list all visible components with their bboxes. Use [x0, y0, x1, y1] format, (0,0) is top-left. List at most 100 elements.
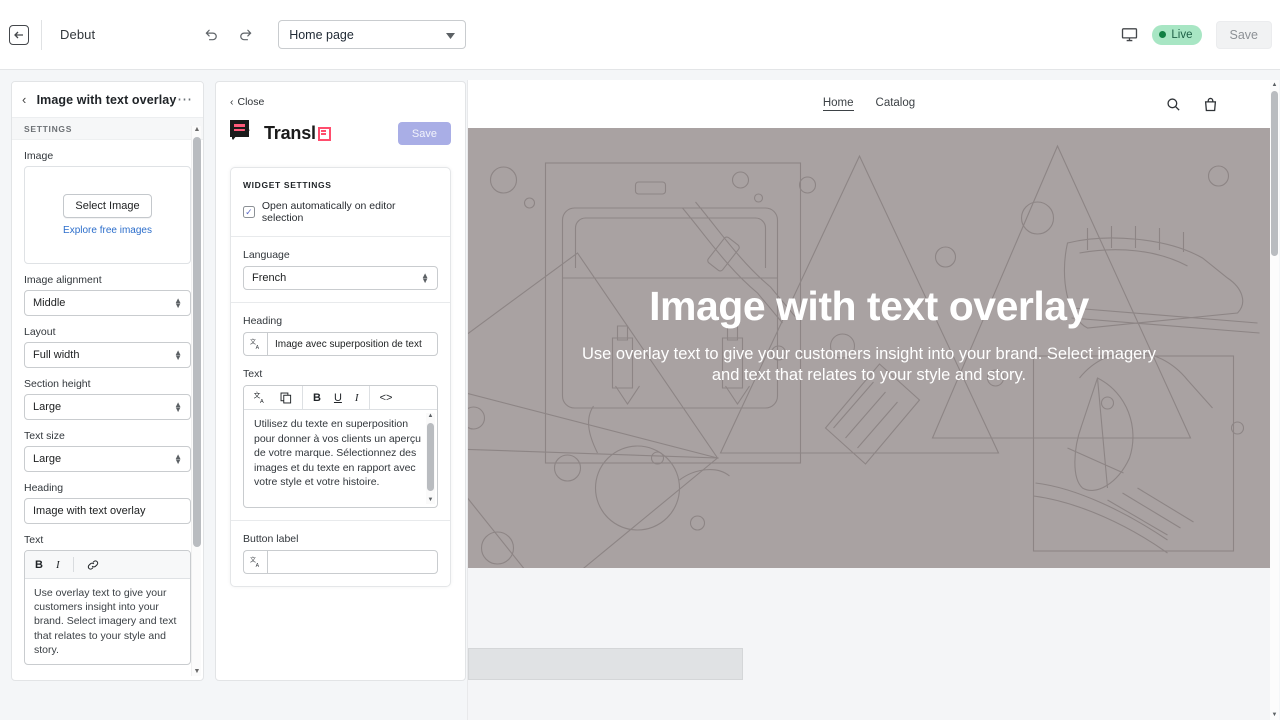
shopping-bag-icon[interactable] — [1203, 97, 1218, 112]
scroll-up-icon[interactable]: ▲ — [427, 413, 434, 420]
button-label-input[interactable] — [267, 550, 438, 574]
editor-top-bar: Debut Home page Live Save — [0, 0, 1280, 70]
translated-text-value: Utilisez du texte en superposition pour … — [254, 418, 421, 488]
translate-icon[interactable]: 文 A — [254, 391, 267, 404]
select-image-button[interactable]: Select Image — [63, 194, 151, 218]
preview-scrollbar[interactable]: ▲ ▼ — [1270, 80, 1279, 720]
desktop-icon[interactable] — [1121, 26, 1138, 43]
section-height-select[interactable]: Large ▲▼ — [24, 394, 191, 420]
scrollbar-thumb[interactable] — [427, 423, 434, 491]
hero-heading: Image with text overlay — [488, 286, 1250, 327]
brand-name: Transl — [264, 123, 316, 144]
widget-settings-label: WIDGET SETTINGS — [243, 180, 438, 190]
editor-stage: ‹ Image with text overlay ⋯ SETTINGS Ima… — [0, 70, 1280, 720]
bold-button[interactable]: B — [35, 559, 43, 571]
language-label: Language — [243, 249, 438, 261]
image-picker[interactable]: Select Image Explore free images — [24, 166, 191, 264]
settings-section-label: SETTINGS — [12, 118, 203, 140]
translate-icon[interactable]: 文 A — [243, 332, 267, 356]
text-label: Text — [24, 534, 191, 546]
toolbar-divider — [73, 557, 74, 572]
translated-heading-label: Heading — [243, 315, 438, 327]
storefront-header: Home Catalog — [468, 80, 1270, 128]
preview-placeholder-block — [468, 648, 743, 680]
chevron-left-icon[interactable]: ‹ — [22, 92, 36, 107]
explore-free-images-link[interactable]: Explore free images — [63, 225, 152, 236]
preview-next-section — [468, 568, 1270, 632]
svg-text:A: A — [255, 563, 259, 568]
app-save-label: Save — [412, 128, 437, 140]
heading-input[interactable]: Image with text overlay — [24, 498, 191, 524]
auto-open-row[interactable]: ✓ Open automatically on editor selection — [243, 200, 438, 236]
button-label-label: Button label — [243, 533, 438, 545]
settings-panel-scrollbar[interactable]: ▲ ▼ — [191, 126, 201, 676]
stepper-icon: ▲▼ — [174, 350, 182, 360]
hero-section: Image with text overlay Use overlay text… — [468, 128, 1270, 568]
language-field: Language French ▲▼ — [243, 237, 438, 302]
translated-text-scrollbar[interactable]: ▲ ▼ — [426, 413, 435, 504]
image-alignment-value: Middle — [33, 297, 65, 309]
heading-input-value: Image with text overlay — [33, 505, 146, 517]
language-select[interactable]: French ▲▼ — [243, 266, 438, 290]
save-button[interactable]: Save — [1216, 21, 1273, 49]
back-arrow-icon[interactable] — [9, 25, 29, 45]
scroll-up-icon[interactable]: ▲ — [1271, 81, 1278, 89]
storefront-nav: Home Catalog — [823, 97, 915, 111]
settings-panel-body: Image Select Image Explore free images I… — [12, 140, 203, 680]
search-icon[interactable] — [1166, 97, 1181, 112]
app-save-button[interactable]: Save — [398, 122, 451, 145]
image-alignment-label: Image alignment — [24, 274, 191, 286]
image-alignment-select[interactable]: Middle ▲▼ — [24, 290, 191, 316]
theme-name: Debut — [60, 27, 95, 42]
live-badge[interactable]: Live — [1152, 25, 1201, 45]
layout-select[interactable]: Full width ▲▼ — [24, 342, 191, 368]
scroll-down-icon[interactable]: ▼ — [1271, 711, 1278, 719]
layout-label: Layout — [24, 326, 191, 338]
nav-item-catalog[interactable]: Catalog — [876, 97, 916, 111]
storefront-header-icons — [1166, 97, 1218, 112]
translated-heading-value: Image avec superposition de text — [275, 339, 422, 350]
ellipsis-icon[interactable]: ⋯ — [177, 96, 193, 104]
text-rich-editor: B I Use overlay text to give your custom… — [24, 550, 191, 665]
widget-settings-card: WIDGET SETTINGS ✓ Open automatically on … — [230, 167, 451, 587]
text-editor-content[interactable]: Use overlay text to give your customers … — [25, 579, 190, 664]
copy-icon[interactable] — [280, 392, 292, 404]
live-status-dot — [1159, 31, 1166, 38]
hero-text-overlay: Image with text overlay Use overlay text… — [468, 286, 1270, 386]
translated-text-editor: 文 A B — [243, 385, 438, 508]
italic-button[interactable]: I — [355, 392, 359, 404]
italic-button[interactable]: I — [56, 559, 60, 571]
transly-app-panel: ‹ Close र Transl Save WIDGET SETTINGS ✓ … — [215, 81, 466, 681]
page-selector-value: Home page — [289, 28, 354, 42]
scrollbar-thumb[interactable] — [193, 137, 201, 547]
page-selector[interactable]: Home page — [278, 20, 466, 49]
auto-open-label: Open automatically on editor selection — [262, 200, 438, 224]
undo-icon[interactable] — [200, 24, 222, 46]
image-label: Image — [24, 150, 191, 162]
link-icon[interactable] — [87, 559, 99, 571]
text-size-select[interactable]: Large ▲▼ — [24, 446, 191, 472]
svg-text:A: A — [255, 345, 259, 350]
scroll-down-icon[interactable]: ▼ — [193, 668, 201, 676]
code-button[interactable]: <> — [380, 392, 393, 404]
scroll-up-icon[interactable]: ▲ — [193, 126, 201, 134]
auto-open-checkbox[interactable]: ✓ — [243, 206, 255, 218]
stepper-icon: ▲▼ — [174, 298, 182, 308]
underline-button[interactable]: U — [334, 392, 342, 404]
scrollbar-thumb[interactable] — [1271, 91, 1278, 256]
history-controls — [200, 24, 256, 46]
hero-subtext: Use overlay text to give your customers … — [579, 344, 1159, 386]
translated-heading-input[interactable]: Image avec superposition de text — [267, 332, 438, 356]
translated-text-content[interactable]: Utilisez du texte en superposition pour … — [244, 409, 437, 507]
nav-item-home[interactable]: Home — [823, 97, 854, 111]
close-panel-button[interactable]: ‹ Close — [230, 96, 451, 108]
text-size-value: Large — [33, 453, 61, 465]
bold-button[interactable]: B — [313, 392, 321, 404]
app-brand-row: र Transl Save — [230, 120, 451, 147]
language-value: French — [252, 272, 286, 284]
section-settings-panel: ‹ Image with text overlay ⋯ SETTINGS Ima… — [11, 81, 204, 681]
redo-icon[interactable] — [234, 24, 256, 46]
translate-icon[interactable]: 文 A — [243, 550, 267, 574]
scroll-down-icon[interactable]: ▼ — [427, 497, 434, 504]
svg-text:A: A — [260, 399, 264, 404]
